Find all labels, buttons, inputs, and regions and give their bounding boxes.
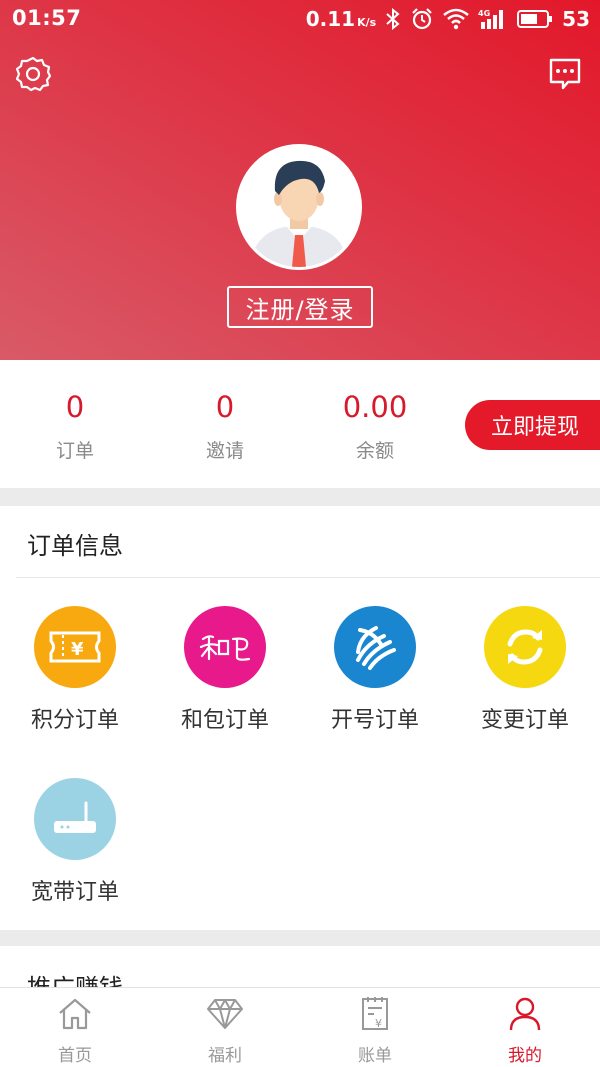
svg-text:¥: ¥ — [71, 639, 84, 660]
stat-orders[interactable]: 0 订单 — [0, 390, 150, 463]
tab-label: 账单 — [358, 1046, 392, 1066]
register-login-button[interactable]: 注册/登录 — [227, 286, 373, 328]
stat-orders-label: 订单 — [55, 440, 94, 462]
orders-section: 订单信息 ¥ 积分订单 和包订单 开号订单 变更订单 宽带订单 — [0, 506, 600, 930]
order-item-broadband[interactable]: 宽带订单 — [0, 778, 150, 906]
withdraw-button[interactable]: 立即提现 — [465, 400, 600, 450]
order-item-hebao[interactable]: 和包订单 — [150, 606, 300, 734]
stat-balance[interactable]: 0.00 余额 — [300, 390, 450, 463]
orders-section-title: 订单信息 — [27, 532, 123, 560]
order-item-label: 变更订单 — [480, 708, 569, 733]
stat-invites-value: 0 — [215, 390, 235, 424]
stat-orders-value: 0 — [65, 390, 85, 424]
battery-percent: 53 — [562, 7, 590, 31]
order-item-points[interactable]: ¥ 积分订单 — [0, 606, 150, 734]
signal-4g-icon: 4G — [478, 8, 508, 30]
section-separator — [0, 930, 600, 946]
status-icons: 0.11 K/s 4G 53 — [306, 6, 590, 32]
bill-icon: ¥ — [300, 996, 450, 1032]
ticket-yen-icon: ¥ — [34, 606, 116, 688]
stat-invites-label: 邀请 — [205, 440, 244, 462]
stats-row: 0 订单 0 邀请 0.00 余额 立即提现 — [0, 360, 600, 488]
wifi-icon — [443, 8, 469, 30]
status-time: 01:57 — [12, 6, 82, 30]
status-bar: 01:57 0.11 K/s 4G 53 — [0, 0, 600, 40]
router-icon — [34, 778, 116, 860]
hebao-icon — [184, 606, 266, 688]
person-icon — [450, 996, 600, 1032]
alarm-icon — [410, 7, 434, 31]
net-speed: 0.11 K/s — [305, 7, 377, 31]
message-button[interactable] — [548, 57, 582, 91]
battery-icon — [517, 9, 553, 29]
gear-icon — [14, 56, 52, 97]
avatar[interactable] — [236, 144, 362, 270]
stat-invites[interactable]: 0 邀请 — [150, 390, 300, 463]
svg-text:¥: ¥ — [375, 1017, 382, 1030]
order-item-label: 开号订单 — [330, 708, 419, 733]
order-item-change[interactable]: 变更订单 — [450, 606, 600, 734]
bluetooth-icon — [385, 8, 401, 30]
tab-label: 福利 — [208, 1046, 242, 1066]
avatar-person-icon — [239, 147, 359, 267]
settings-button[interactable] — [14, 55, 52, 93]
home-icon — [0, 996, 150, 1032]
tab-bill[interactable]: ¥ 账单 — [300, 996, 450, 1066]
order-item-open-account[interactable]: 开号订单 — [300, 606, 450, 734]
chat-bubble-icon — [548, 58, 582, 95]
china-mobile-icon — [334, 606, 416, 688]
bottom-tab-bar: 首页 福利 ¥ 账单 我的 — [0, 987, 600, 1067]
order-item-label: 和包订单 — [180, 708, 269, 733]
stat-balance-label: 余额 — [355, 440, 394, 462]
order-item-label: 积分订单 — [30, 708, 119, 733]
stat-balance-value: 0.00 — [342, 390, 408, 424]
order-item-label: 宽带订单 — [30, 880, 119, 905]
tab-mine[interactable]: 我的 — [450, 996, 600, 1066]
divider — [16, 577, 600, 578]
diamond-icon — [150, 996, 300, 1032]
profile-header: 01:57 0.11 K/s 4G 53 注册/登录 — [0, 0, 600, 360]
section-separator — [0, 488, 600, 506]
svg-text:4G: 4G — [478, 9, 490, 18]
tab-home[interactable]: 首页 — [0, 996, 150, 1066]
refresh-icon — [484, 606, 566, 688]
tab-label: 我的 — [508, 1046, 542, 1066]
tab-welfare[interactable]: 福利 — [150, 996, 300, 1066]
tab-label: 首页 — [58, 1046, 92, 1066]
